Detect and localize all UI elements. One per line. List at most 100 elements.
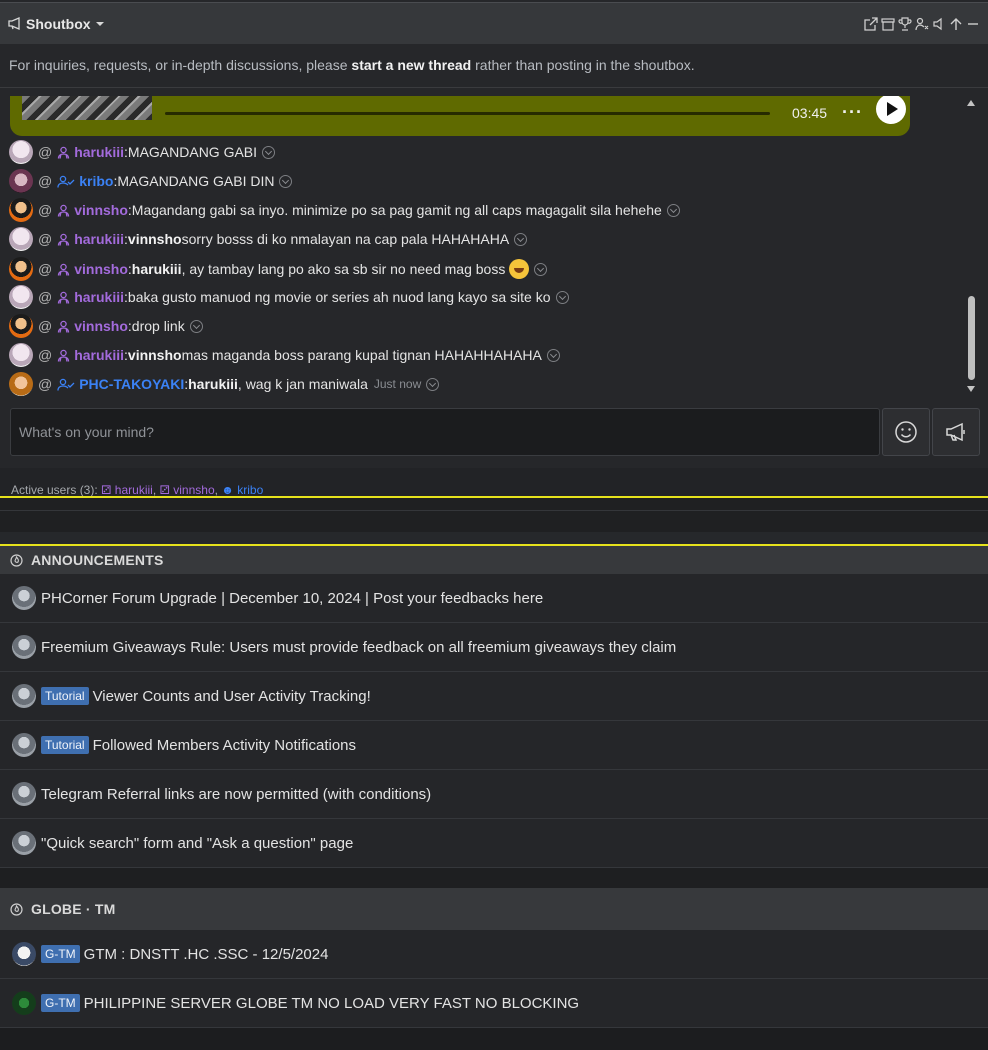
message-mention[interactable]: vinnsho xyxy=(128,347,182,363)
thread-title[interactable]: Followed Members Activity Notifications xyxy=(93,737,356,754)
thread-row[interactable]: G-TM GTM : DNSTT .HC .SSC - 12/5/2024 xyxy=(0,930,988,979)
shoutbox-title-menu[interactable]: Shoutbox xyxy=(8,16,106,32)
user-icon xyxy=(57,146,70,159)
avatar[interactable] xyxy=(12,635,36,659)
avatar[interactable] xyxy=(12,942,36,966)
thread-title[interactable]: GTM : DNSTT .HC .SSC - 12/5/2024 xyxy=(84,946,329,963)
thread-prefix-tag[interactable]: Tutorial xyxy=(41,687,89,705)
thread-prefix-tag[interactable]: G-TM xyxy=(41,994,80,1012)
minimize-icon[interactable] xyxy=(965,15,980,33)
message-options-icon[interactable] xyxy=(514,232,528,246)
popout-icon[interactable] xyxy=(863,15,878,33)
messages-scrollbar[interactable] xyxy=(964,98,978,394)
thread-title[interactable]: Viewer Counts and User Activity Tracking… xyxy=(93,688,371,705)
new-thread-link[interactable]: start a new thread xyxy=(351,57,471,73)
scrollbar-thumb[interactable] xyxy=(968,296,975,380)
avatar[interactable] xyxy=(12,831,36,855)
message-options-icon[interactable] xyxy=(534,262,548,276)
avatar[interactable] xyxy=(9,372,33,396)
avatar[interactable] xyxy=(9,227,33,251)
archive-icon[interactable] xyxy=(880,15,895,33)
user-settings-icon[interactable] xyxy=(914,15,929,33)
thread-title[interactable]: PHILIPPINE SERVER GLOBE TM NO LOAD VERY … xyxy=(84,995,579,1012)
message-options-icon[interactable] xyxy=(279,174,293,188)
trophy-icon[interactable] xyxy=(897,15,912,33)
thread-prefix-tag[interactable]: Tutorial xyxy=(41,736,89,754)
section-header-globe-tm[interactable]: GLOBE · TM xyxy=(0,888,988,930)
reply-at-icon[interactable]: @ xyxy=(38,289,52,305)
message-options-icon[interactable] xyxy=(555,290,569,304)
avatar[interactable] xyxy=(12,684,36,708)
message-username[interactable]: harukiii xyxy=(74,144,124,160)
thread-row[interactable]: G-TM PHILIPPINE SERVER GLOBE TM NO LOAD … xyxy=(0,979,988,1028)
message-username[interactable]: PHC-TAKOYAKI xyxy=(79,376,184,392)
message-username[interactable]: vinnsho xyxy=(74,202,128,218)
audio-progress-track[interactable] xyxy=(165,112,770,115)
message-username[interactable]: harukiii xyxy=(74,231,124,247)
scroll-up-arrow-icon[interactable] xyxy=(967,100,975,106)
avatar[interactable] xyxy=(9,343,33,367)
thread-title[interactable]: PHCorner Forum Upgrade | December 10, 20… xyxy=(41,590,543,607)
active-user[interactable]: ☻ kribo xyxy=(221,483,263,497)
user-icon xyxy=(57,204,70,217)
reply-at-icon[interactable]: @ xyxy=(38,231,52,247)
fire-icon xyxy=(10,902,23,916)
reply-at-icon[interactable]: @ xyxy=(38,202,52,218)
active-user[interactable]: ⚂ vinnsho xyxy=(159,483,214,497)
reply-at-icon[interactable]: @ xyxy=(38,173,52,189)
avatar[interactable] xyxy=(9,285,33,309)
avatar[interactable] xyxy=(12,586,36,610)
reply-at-icon[interactable]: @ xyxy=(38,261,52,277)
active-user-name: harukiii xyxy=(114,483,153,497)
message-mention[interactable]: harukiii xyxy=(132,261,182,277)
message-mention[interactable]: harukiii xyxy=(188,376,238,392)
message-text: MAGANDANG GABI DIN xyxy=(117,173,275,189)
message-options-icon[interactable] xyxy=(546,348,560,362)
message-mention[interactable]: vinnsho xyxy=(128,231,182,247)
send-shout-button[interactable] xyxy=(932,408,980,456)
scroll-down-arrow-icon[interactable] xyxy=(967,386,975,392)
audio-more-icon[interactable]: ··· xyxy=(842,102,863,123)
message-options-icon[interactable] xyxy=(426,377,440,391)
thread-title[interactable]: Telegram Referral links are now permitte… xyxy=(41,786,431,803)
thread-title[interactable]: Freemium Giveaways Rule: Users must prov… xyxy=(41,639,676,656)
thread-prefix-tag[interactable]: G-TM xyxy=(41,945,80,963)
active-user[interactable]: ⚂ harukiii xyxy=(101,483,153,497)
message-username[interactable]: kribo xyxy=(79,173,113,189)
mute-icon[interactable] xyxy=(931,15,946,33)
shout-message: @ harukiii: vinnsho mas maganda boss par… xyxy=(9,342,560,368)
thread-title[interactable]: "Quick search" form and "Ask a question"… xyxy=(41,835,353,852)
thread-row[interactable]: "Quick search" form and "Ask a question"… xyxy=(0,819,988,868)
thread-row[interactable]: PHCorner Forum Upgrade | December 10, 20… xyxy=(0,574,988,623)
reply-at-icon[interactable]: @ xyxy=(38,318,52,334)
play-icon[interactable] xyxy=(876,96,906,124)
thread-row[interactable]: Tutorial Viewer Counts and User Activity… xyxy=(0,672,988,721)
message-options-icon[interactable] xyxy=(189,319,203,333)
avatar[interactable] xyxy=(12,991,36,1015)
avatar[interactable] xyxy=(9,140,33,164)
divider-band xyxy=(0,532,988,544)
message-username[interactable]: vinnsho xyxy=(74,261,128,277)
avatar[interactable] xyxy=(12,782,36,806)
message-options-icon[interactable] xyxy=(666,203,680,217)
avatar[interactable] xyxy=(12,733,36,757)
avatar[interactable] xyxy=(9,169,33,193)
thread-row[interactable]: Tutorial Followed Members Activity Notif… xyxy=(0,721,988,770)
avatar[interactable] xyxy=(9,314,33,338)
message-username[interactable]: harukiii xyxy=(74,289,124,305)
thread-row[interactable]: Freemium Giveaways Rule: Users must prov… xyxy=(0,623,988,672)
reply-at-icon[interactable]: @ xyxy=(38,144,52,160)
emoji-button[interactable] xyxy=(882,408,930,456)
shout-input[interactable]: What's on your mind? xyxy=(10,408,880,456)
reply-at-icon[interactable]: @ xyxy=(38,376,52,392)
section-header-announcements[interactable]: ANNOUNCEMENTS xyxy=(0,546,988,574)
arrow-up-icon[interactable] xyxy=(948,15,963,33)
avatar[interactable] xyxy=(9,257,33,281)
avatar[interactable] xyxy=(9,198,33,222)
shout-message: @ PHC-TAKOYAKI: harukiii, wag k jan mani… xyxy=(9,371,440,397)
reply-at-icon[interactable]: @ xyxy=(38,347,52,363)
message-username[interactable]: harukiii xyxy=(74,347,124,363)
message-options-icon[interactable] xyxy=(262,145,276,159)
thread-row[interactable]: Telegram Referral links are now permitte… xyxy=(0,770,988,819)
message-username[interactable]: vinnsho xyxy=(74,318,128,334)
